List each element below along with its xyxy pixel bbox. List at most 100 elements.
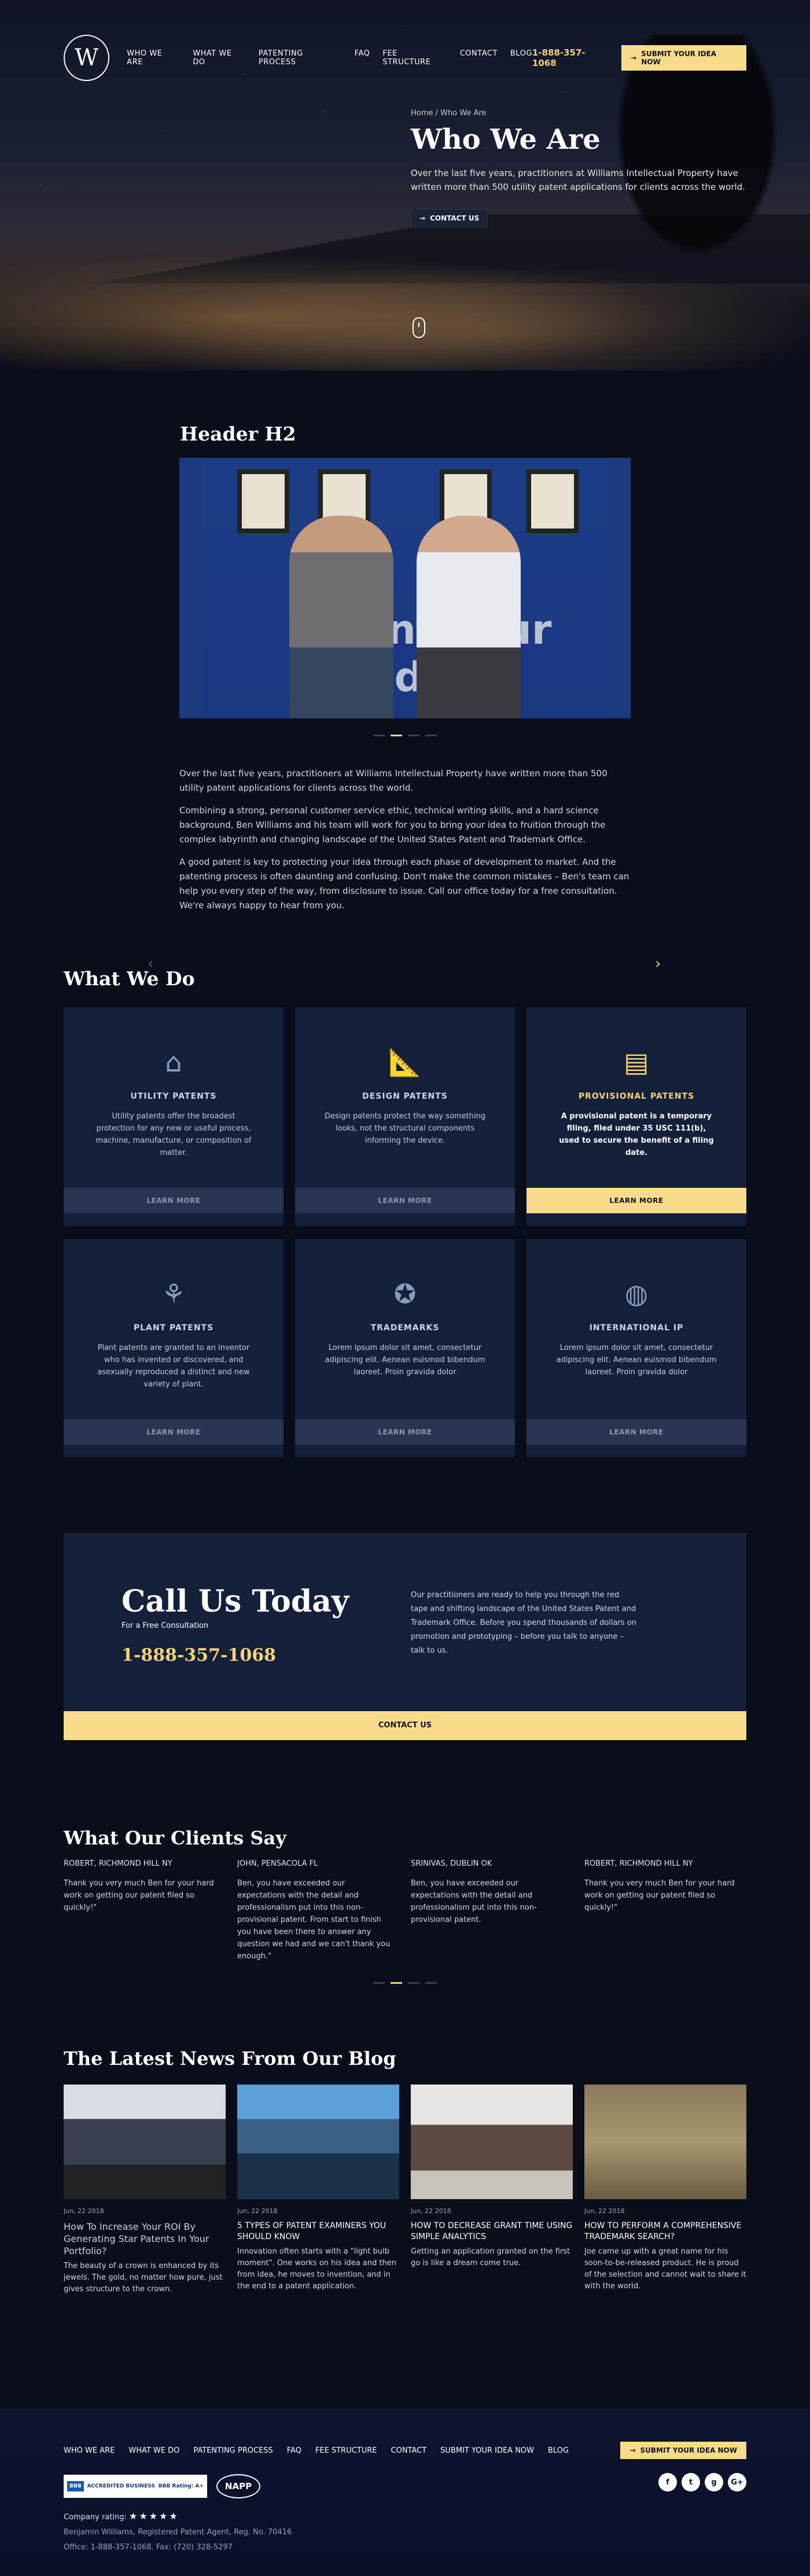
badges: BBB ACCREDITED BUSINESS BBB Rating: A+ NAP… (64, 2474, 746, 2498)
slider-dot[interactable] (373, 735, 385, 736)
footer-patenting-process[interactable]: PATENTING PROCESS (193, 2446, 273, 2455)
blog-post[interactable]: Jun, 22 2018 5 TYPES OF PATENT EXAMINERS… (237, 2085, 399, 2295)
learn-more-button[interactable]: LEARN MORE (526, 1419, 746, 1445)
service-card-utility[interactable]: ⌂ UTILITY PATENTS Utility patents offer … (64, 1007, 284, 1226)
slider-prev-icon[interactable]: ‹ (148, 955, 153, 973)
blog-post[interactable]: Jun, 22 2018 HOW TO DECREASE GRANT TIME … (411, 2085, 573, 2295)
service-text: Plant patents are granted to an inventor… (97, 1344, 250, 1389)
call-left: Call Us Today For a Free Consultation 1-… (122, 1584, 349, 1665)
service-card-provisional[interactable]: ▤ PROVISIONAL PATENTS A provisional pate… (526, 1007, 746, 1226)
blog-title[interactable]: HOW TO DECREASE GRANT TIME USING SIMPLE … (411, 2221, 573, 2243)
bbb-rating: BBB Rating: A+ (158, 2483, 204, 2489)
slider-dot[interactable] (425, 1982, 437, 1984)
slider-dot[interactable] (425, 735, 437, 736)
service-card-plant[interactable]: ⚘ PLANT PATENTS Plant patents are grante… (64, 1239, 284, 1458)
scroll-mouse-icon[interactable] (413, 317, 425, 338)
blog-title[interactable]: HOW TO PERFORM A COMPREHENSIVE TRADEMARK… (584, 2221, 746, 2243)
hero-text: Over the last five years, practitioners … (411, 168, 745, 192)
photo-slider[interactable]: Invent Your World (179, 458, 631, 718)
testimonial-text: Ben, you have exceeded our expectations … (411, 1879, 537, 1924)
service-card-trademarks[interactable]: ✪ TRADEMARKS Lorem ipsum dolor sit amet,… (295, 1239, 515, 1458)
breadcrumb-home[interactable]: Home (411, 109, 433, 118)
service-title: UTILITY PATENTS (130, 1092, 217, 1101)
logo[interactable]: W (64, 35, 110, 81)
call-text: Our practitioners are ready to help you … (411, 1591, 636, 1655)
blog-image[interactable] (411, 2085, 573, 2199)
google-plus-icon[interactable]: G+ (728, 2473, 746, 2491)
menu-patenting-process[interactable]: PATENTING PROCESS (259, 49, 342, 67)
slider-dot-active[interactable] (391, 735, 402, 736)
footer-faq[interactable]: FAQ (287, 2446, 301, 2455)
slider-dot[interactable] (408, 1982, 419, 1984)
learn-more-button[interactable]: LEARN MORE (295, 1188, 515, 1213)
service-text: A provisional patent is a temporary fili… (559, 1112, 714, 1157)
blog-excerpt: The beauty of a crown is enhanced by its… (64, 2262, 223, 2294)
facebook-icon[interactable]: f (658, 2473, 677, 2491)
footer-who-we-are[interactable]: WHO WE ARE (64, 2446, 115, 2455)
blog-image[interactable] (584, 2085, 746, 2199)
testimonial-author: ROBERT, RICHMOND HILL NY (584, 1859, 693, 1868)
testimonial: SRINIVAS, DUBLIN OK Ben, you have exceede… (411, 1859, 573, 1962)
what-we-do-section: What We Do ⌂ UTILITY PATENTS Utility pat… (0, 921, 810, 1458)
service-text: Design patents protect the way something… (324, 1112, 486, 1145)
footer-contact[interactable]: CONTACT (391, 2446, 427, 2455)
google-icon[interactable]: g (705, 2473, 723, 2491)
menu-faq[interactable]: FAQ (355, 49, 370, 67)
testimonial: JOHN, PENSACOLA FL Ben, you have exceeded… (237, 1859, 399, 1962)
napp-badge[interactable]: NAPP (216, 2474, 260, 2498)
service-title: PROVISIONAL PATENTS (578, 1092, 695, 1101)
blog-title[interactable]: 5 TYPES OF PATENT EXAMINERS YOU SHOULD K… (237, 2221, 399, 2243)
call-contact-button[interactable]: CONTACT US (64, 1711, 746, 1740)
call-subtitle: For a Free Consultation (122, 1621, 209, 1630)
service-card-international[interactable]: ◍ INTERNATIONAL IP Lorem ipsum dolor sit… (526, 1239, 746, 1458)
learn-more-button[interactable]: LEARN MORE (64, 1188, 284, 1213)
globe-icon: ◍ (624, 1278, 649, 1309)
slider-dot-active[interactable] (391, 1982, 402, 1984)
blog-image[interactable] (237, 2085, 399, 2199)
testimonial: ROBERT, RICHMOND HILL NY Thank you very m… (584, 1859, 746, 1962)
learn-more-button[interactable]: LEARN MORE (526, 1188, 746, 1213)
footer-submit-idea[interactable]: SUBMIT YOUR IDEA NOW (440, 2446, 534, 2455)
blog-date: Jun, 22 2018 (584, 2207, 625, 2215)
footer-blog[interactable]: BLOG (548, 2446, 569, 2455)
menu-contact[interactable]: CONTACT (460, 49, 498, 67)
rating-stars-icon: ★★★★★ (129, 2511, 179, 2522)
main-menu: WHO WE ARE WHAT WE DO PATENTING PROCESS … (127, 49, 532, 67)
service-card-design[interactable]: 📐 DESIGN PATENTS Design patents protect … (295, 1007, 515, 1226)
slider-next-icon[interactable]: › (655, 955, 661, 973)
menu-what-we-do[interactable]: WHAT WE DO (193, 49, 246, 67)
blog-title[interactable]: How To Increase Your ROI By Generating S… (64, 2221, 226, 2257)
phone-link[interactable]: 1-888-357-1068 (532, 47, 609, 68)
menu-blog[interactable]: BLOG (510, 49, 532, 67)
twitter-icon[interactable]: t (682, 2473, 700, 2491)
bbb-badge[interactable]: BBB ACCREDITED BUSINESS BBB Rating: A+ (64, 2475, 207, 2498)
arrow-right-icon: → (631, 54, 637, 62)
footer-submit-button[interactable]: → SUBMIT YOUR IDEA NOW (620, 2442, 746, 2459)
submit-idea-button[interactable]: → SUBMIT YOUR IDEA NOW (621, 45, 747, 71)
blog-post[interactable]: Jun, 22 2018 HOW TO PERFORM A COMPREHENS… (584, 2085, 746, 2295)
testimonial-text: Thank you very much Ben for your hard wo… (64, 1879, 214, 1912)
service-text: Lorem ipsum dolor sit amet, consectetur … (325, 1344, 485, 1377)
learn-more-button[interactable]: LEARN MORE (295, 1419, 515, 1445)
frame-1 (237, 469, 289, 533)
slider-dot[interactable] (408, 735, 419, 736)
blog-post[interactable]: Jun, 22 2018 How To Increase Your ROI By… (64, 2085, 226, 2295)
testimonials-section: What Our Clients Say ROBERT, RICHMOND HI… (0, 1740, 810, 1984)
top-nav: W WHO WE ARE WHAT WE DO PATENTING PROCES… (64, 35, 747, 81)
hero-contact-label: CONTACT US (430, 214, 480, 222)
person-left (289, 516, 393, 718)
footer-fee-structure[interactable]: FEE STRUCTURE (315, 2446, 377, 2455)
footer-what-we-do[interactable]: WHAT WE DO (128, 2446, 179, 2455)
slider-dot[interactable] (373, 1982, 385, 1984)
blog-date: Jun, 22 2018 (411, 2207, 451, 2215)
service-title: PLANT PATENTS (133, 1323, 214, 1333)
learn-more-button[interactable]: LEARN MORE (64, 1419, 284, 1445)
call-phone[interactable]: 1-888-357-1068 (122, 1645, 349, 1665)
frame-4 (526, 469, 579, 533)
blog-date: Jun, 22 2018 (237, 2207, 278, 2215)
footer-submit-label: SUBMIT YOUR IDEA NOW (640, 2446, 738, 2454)
menu-fee-structure[interactable]: FEE STRUCTURE (382, 49, 447, 67)
hero-contact-button[interactable]: → CONTACT US (411, 209, 488, 227)
menu-who-we-are[interactable]: WHO WE ARE (127, 49, 180, 67)
blog-image[interactable] (64, 2085, 226, 2199)
